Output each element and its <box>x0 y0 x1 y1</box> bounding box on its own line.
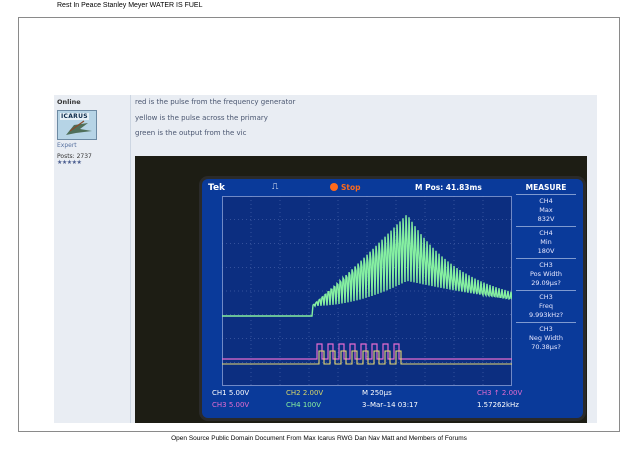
trigger-frequency: 1.57262kHz <box>477 401 519 409</box>
message-line: green is the output from the vic <box>135 129 247 137</box>
measure-title: MEASURE <box>516 183 576 195</box>
avatar[interactable]: ICARUS <box>57 110 97 140</box>
timestamp: 3–Mar–14 03:17 <box>362 401 418 409</box>
measure-panel[interactable]: MEASURE CH4 Max 832V CH4 Min 180V CH3 Po… <box>516 183 576 354</box>
trigger-mode-icon: ⎍ <box>272 182 279 192</box>
post-divider <box>130 95 131 423</box>
ch2-scale: CH2 2.00V <box>286 389 324 397</box>
ch1-scale: CH1 5.00V <box>212 389 250 397</box>
waveform-display <box>222 196 513 386</box>
measure-ch3-pos-width: CH3 Pos Width 29.09μs? <box>516 259 576 291</box>
scope-brand: Tek <box>208 183 226 193</box>
measure-ch3-freq: CH3 Freq 9.993kHz? <box>516 291 576 323</box>
author-panel: Online ICARUS Expert Posts: 2737 ★★★★★ <box>57 98 127 166</box>
waveform-svg <box>222 196 513 386</box>
timebase: M 250μs <box>362 389 392 397</box>
ch3-scale: CH3 5.00V <box>212 401 250 409</box>
page-header: Rest In Peace Stanley Meyer WATER IS FUE… <box>57 2 203 9</box>
message-line: yellow is the pulse across the primary <box>135 113 268 122</box>
avatar-name: ICARUS <box>60 113 89 120</box>
oscilloscope-photo: Tek ⎍ Stop M Pos: 41.83ms MEASURE CH4 Ma… <box>135 156 587 423</box>
acquisition-state: Stop <box>341 183 361 192</box>
run-stop-icon <box>330 183 338 191</box>
trigger-level: CH3 ↑ 2.00V <box>477 389 523 397</box>
horizontal-position: M Pos: 41.83ms <box>415 183 482 192</box>
message-line: red is the pulse from the frequency gene… <box>135 98 296 106</box>
scope-bezel: Tek ⎍ Stop M Pos: 41.83ms MEASURE CH4 Ma… <box>202 179 583 418</box>
ch4-scale: CH4 100V <box>286 401 321 409</box>
measure-ch3-neg-width: CH3 Neg Width 70.38μs? <box>529 325 563 351</box>
rank-stars: ★★★★★ <box>57 159 82 166</box>
post-message: red is the pulse from the frequency gene… <box>135 98 295 145</box>
user-rank: Expert <box>57 142 77 149</box>
page-footer: Open Source Public Domain Document From … <box>171 435 467 442</box>
measure-ch4-min: CH4 Min 180V <box>516 227 576 259</box>
online-status: Online <box>57 98 81 106</box>
measure-ch4-max: CH4 Max 832V <box>516 195 576 227</box>
